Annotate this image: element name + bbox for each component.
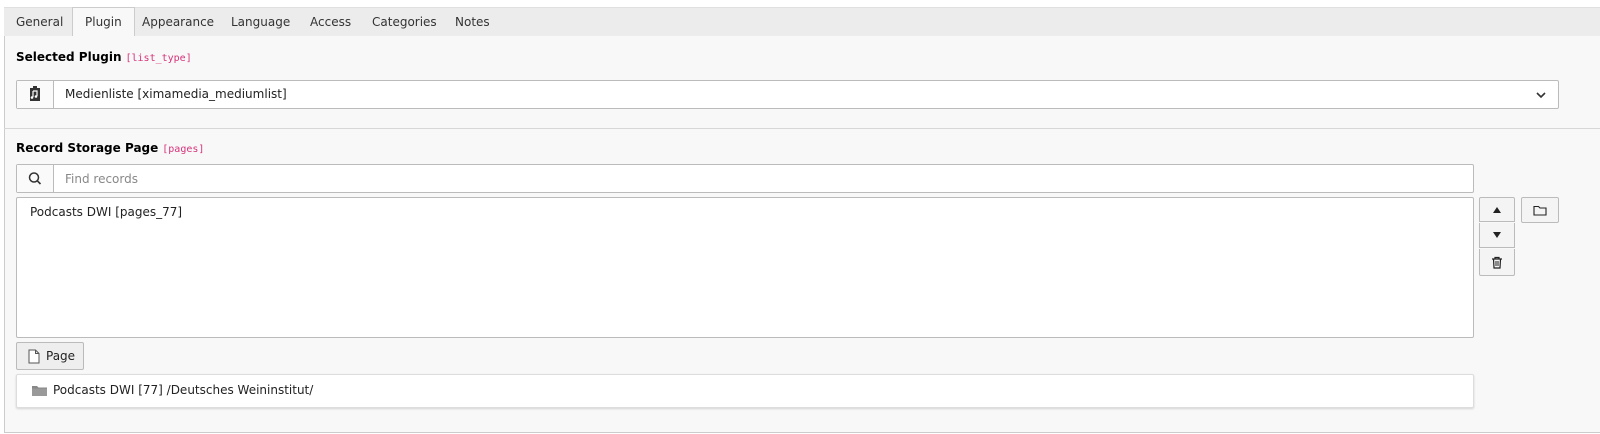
tab-language[interactable]: Language [219,8,302,36]
page-button[interactable]: Page [16,342,84,370]
find-records-input[interactable] [63,169,1447,189]
plugin-field-name: [list_type] [125,53,192,64]
find-records-field [16,164,1474,193]
plugin-select[interactable]: Medienliste [ximamedia_mediumlist] [16,80,1559,109]
selected-record-info: Podcasts DWI [77] /Deutsches Weininstitu… [16,374,1474,408]
tab-general[interactable]: General [4,8,75,36]
plugin-select-value: Medienliste [ximamedia_mediumlist] [65,87,287,101]
folder-icon [1533,205,1547,216]
caret-down-icon [1493,232,1501,238]
move-down-button[interactable] [1479,223,1515,248]
tab-access[interactable]: Access [298,8,363,36]
move-up-button[interactable] [1479,197,1515,222]
plugin-label: Selected Plugin [list_type] [16,50,192,64]
section-divider [4,128,1600,129]
page-button-label: Page [46,349,76,363]
list-item[interactable]: Podcasts DWI [pages_77] [30,205,182,219]
tab-bar: General Plugin Appearance Language Acces… [4,7,1600,38]
selected-records-list[interactable]: Podcasts DWI [pages_77] [16,197,1474,338]
tab-appearance[interactable]: Appearance [130,8,226,36]
storage-label: Record Storage Page [pages] [16,141,205,155]
selected-record-path: Podcasts DWI [77] /Deutsches Weininstitu… [53,383,314,397]
folder-icon [32,385,47,399]
delete-button[interactable] [1479,249,1515,276]
tab-categories[interactable]: Categories [360,8,449,36]
page-icon [28,349,40,367]
tab-notes[interactable]: Notes [443,8,502,36]
chevron-down-icon [1536,89,1546,103]
plugin-icon [17,81,54,108]
storage-field-name: [pages] [162,144,205,155]
trash-icon [1492,256,1502,269]
caret-up-icon [1493,206,1501,213]
browse-records-button[interactable] [1521,197,1559,223]
tab-plugin[interactable]: Plugin [72,7,135,38]
search-icon [17,165,54,192]
